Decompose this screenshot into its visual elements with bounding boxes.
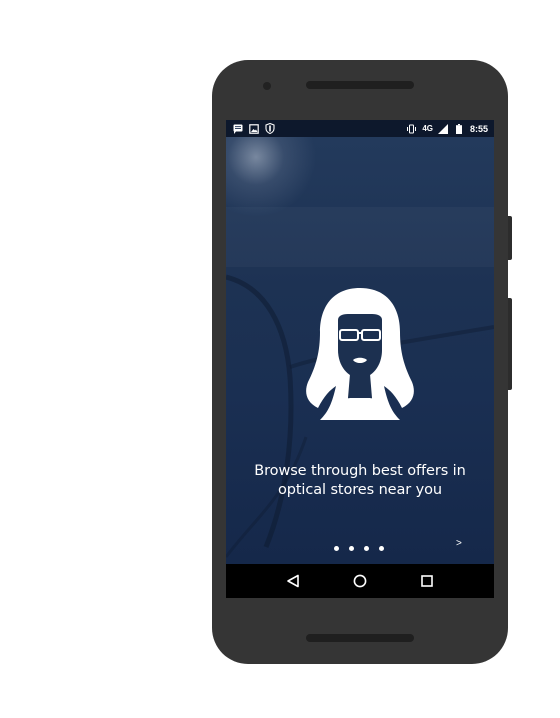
top-speaker: [306, 81, 414, 89]
vibrate-icon: [406, 123, 417, 134]
page-indicator: [334, 546, 384, 551]
image-icon: [248, 123, 259, 134]
bottom-speaker: [306, 634, 414, 642]
onboarding-tagline: Browse through best offers in optical st…: [226, 462, 494, 500]
back-icon[interactable]: [281, 569, 305, 593]
status-bar: 4G 8:55: [226, 120, 494, 137]
network-type-label: 4G: [422, 124, 433, 133]
page-dot-1[interactable]: [334, 546, 339, 551]
clock: 8:55: [469, 123, 488, 134]
signal-icon: [438, 123, 449, 134]
home-icon[interactable]: [348, 569, 372, 593]
navigation-bar: [226, 564, 494, 598]
message-icon: [232, 123, 243, 134]
tagline-line-1: Browse through best offers in: [254, 463, 466, 479]
phone-frame: 4G 8:55 Browse through best offers in op…: [212, 60, 512, 664]
front-camera: [263, 82, 271, 90]
tagline-line-2: optical stores near you: [277, 482, 443, 498]
volume-button: [508, 298, 512, 390]
power-button: [508, 216, 512, 260]
woman-with-glasses-icon: [302, 286, 418, 420]
battery-icon: [454, 123, 465, 134]
shield-icon: [264, 123, 275, 134]
next-button[interactable]: >: [456, 538, 462, 549]
phone-screen: 4G 8:55 Browse through best offers in op…: [226, 120, 494, 598]
page-dot-4[interactable]: [379, 546, 384, 551]
page-dot-3[interactable]: [364, 546, 369, 551]
page-dot-2[interactable]: [349, 546, 354, 551]
recents-icon[interactable]: [415, 569, 439, 593]
